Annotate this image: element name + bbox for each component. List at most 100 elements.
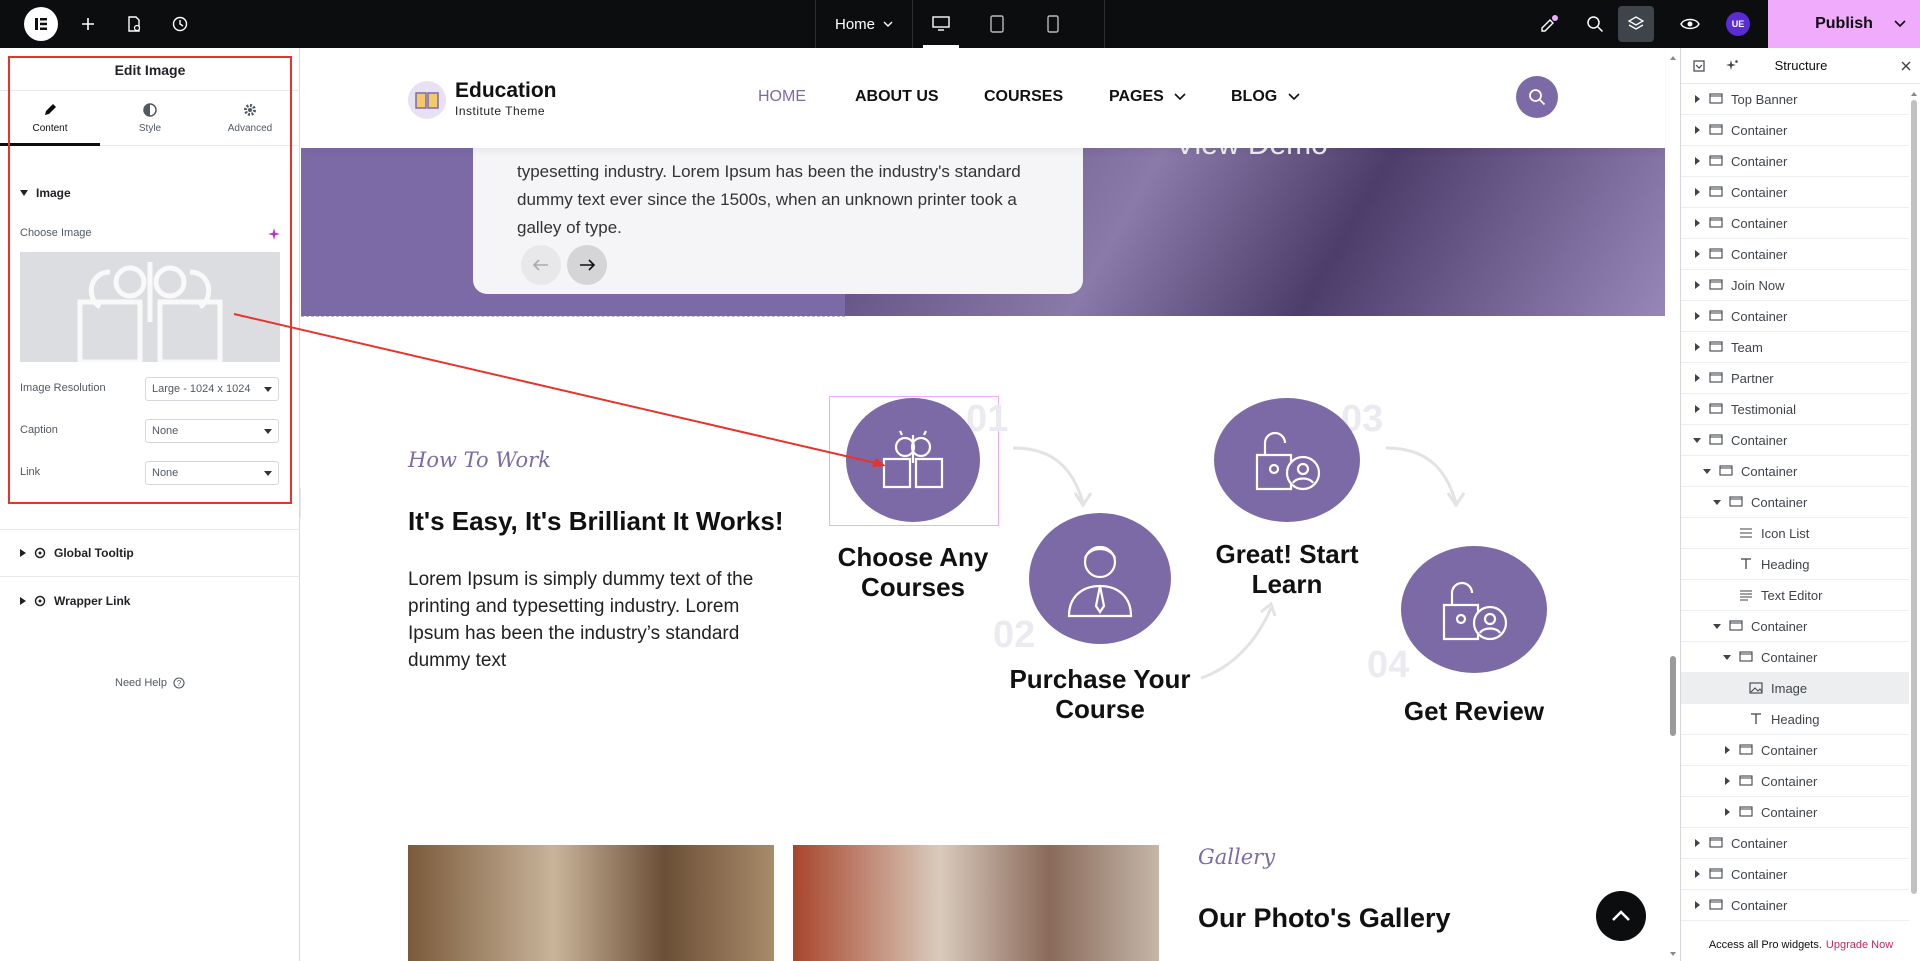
nav-about-us[interactable]: ABOUT US: [855, 88, 939, 106]
structure-item[interactable]: Container: [1681, 766, 1909, 797]
caret-right-icon[interactable]: [1693, 312, 1701, 320]
elementor-logo-icon[interactable]: [17, 0, 65, 48]
structure-item-label: Container: [1761, 773, 1818, 789]
structure-item[interactable]: Heading: [1681, 549, 1909, 580]
container-icon: [1709, 403, 1723, 414]
structure-item[interactable]: Container: [1681, 208, 1909, 239]
nav-courses[interactable]: COURSES: [984, 88, 1063, 106]
caret-right-icon[interactable]: [1693, 219, 1701, 227]
container-icon: [1709, 434, 1723, 445]
arrow-right-icon: [580, 259, 595, 271]
structure-item[interactable]: Top Banner: [1681, 84, 1909, 115]
structure-item[interactable]: Container: [1681, 890, 1909, 921]
structure-item[interactable]: Container: [1681, 425, 1909, 456]
caret-right-icon[interactable]: [1723, 808, 1731, 816]
caret-right-icon[interactable]: [1723, 777, 1731, 785]
scroll-to-top-button[interactable]: [1596, 891, 1646, 941]
structure-item[interactable]: Join Now: [1681, 270, 1909, 301]
gallery-library-image[interactable]: [408, 845, 774, 961]
caret-right-icon[interactable]: [1693, 281, 1701, 289]
publish-button[interactable]: Publish: [1768, 0, 1920, 48]
caret-right-icon[interactable]: [1693, 901, 1701, 909]
desktop-icon[interactable]: [913, 0, 969, 48]
caret-right-icon[interactable]: [1693, 343, 1701, 351]
nav-pages[interactable]: PAGES: [1109, 88, 1186, 106]
caret-right-icon[interactable]: [1693, 405, 1701, 413]
caret-right-icon[interactable]: [1693, 250, 1701, 258]
caret-right-icon[interactable]: [1693, 870, 1701, 878]
caret-right-icon[interactable]: [1693, 188, 1701, 196]
structure-item-label: Container: [1731, 184, 1788, 200]
structure-item[interactable]: Container: [1681, 239, 1909, 270]
chevron-down-icon: [1288, 93, 1300, 101]
structure-item[interactable]: Container: [1681, 456, 1909, 487]
nav-home[interactable]: HOME: [758, 88, 806, 106]
close-icon[interactable]: [1901, 61, 1911, 71]
caret-down-icon[interactable]: [1693, 436, 1701, 444]
structure-item[interactable]: Image: [1681, 673, 1909, 704]
container-icon: [1739, 651, 1753, 662]
structure-item[interactable]: Container: [1681, 177, 1909, 208]
caret-down-icon[interactable]: [1713, 498, 1721, 506]
container-icon: [1709, 279, 1723, 290]
upgrade-link[interactable]: Upgrade Now: [1826, 939, 1893, 951]
text-icon: [1740, 590, 1752, 601]
preview-icon[interactable]: [1666, 0, 1714, 48]
caret-right-icon[interactable]: [1693, 839, 1701, 847]
structure-icon[interactable]: [1618, 6, 1654, 42]
user-initials: UE: [1726, 12, 1750, 36]
need-help-link[interactable]: Need Help ?: [0, 677, 300, 689]
structure-item[interactable]: Icon List: [1681, 518, 1909, 549]
caret-right-icon[interactable]: [1723, 746, 1731, 754]
structure-item[interactable]: Container: [1681, 611, 1909, 642]
structure-item[interactable]: Container: [1681, 146, 1909, 177]
document-selector[interactable]: Home: [815, 0, 913, 48]
add-icon[interactable]: [64, 0, 112, 48]
caret-right-icon[interactable]: [1693, 95, 1701, 103]
structure-item[interactable]: Container: [1681, 797, 1909, 828]
caret-down-icon[interactable]: [1723, 653, 1731, 661]
section-wrapper-link-toggle[interactable]: Wrapper Link: [20, 594, 130, 608]
structure-item[interactable]: Team: [1681, 332, 1909, 363]
structure-item-label: Top Banner: [1731, 91, 1798, 107]
site-search-button[interactable]: [1516, 76, 1558, 118]
structure-item[interactable]: Container: [1681, 115, 1909, 146]
section-global-tooltip-toggle[interactable]: Global Tooltip: [20, 546, 134, 560]
structure-item[interactable]: Partner: [1681, 363, 1909, 394]
chevron-down-icon[interactable]: [1894, 20, 1906, 28]
structure-item[interactable]: Container: [1681, 828, 1909, 859]
caret-right-icon[interactable]: [1693, 157, 1701, 165]
nav-blog[interactable]: BLOG: [1231, 88, 1300, 106]
caret-right-icon[interactable]: [1693, 126, 1701, 134]
prev-slide-button[interactable]: [521, 245, 561, 285]
mobile-icon[interactable]: [1025, 0, 1081, 48]
search-icon[interactable]: [1571, 0, 1619, 48]
structure-item[interactable]: Text Editor: [1681, 580, 1909, 611]
structure-item[interactable]: Container: [1681, 735, 1909, 766]
user-avatar[interactable]: UE: [1714, 0, 1762, 48]
structure-item-label: Text Editor: [1761, 587, 1823, 603]
brand-logo-icon[interactable]: [408, 81, 446, 119]
tablet-icon[interactable]: [969, 0, 1025, 48]
structure-item[interactable]: Container: [1681, 642, 1909, 673]
structure-item[interactable]: Container: [1681, 487, 1909, 518]
structure-scrollbar[interactable]: [1909, 88, 1919, 948]
caret-right-icon: [20, 549, 26, 557]
structure-item[interactable]: Container: [1681, 301, 1909, 332]
caret-down-icon[interactable]: [1713, 622, 1721, 630]
next-slide-button[interactable]: [567, 245, 607, 285]
structure-item[interactable]: Heading: [1681, 704, 1909, 735]
structure-item[interactable]: Testimonial: [1681, 394, 1909, 425]
caret-down-icon[interactable]: [1703, 467, 1711, 475]
container-icon: [1709, 341, 1723, 352]
canvas-scrollbar[interactable]: [1669, 56, 1677, 956]
history-icon[interactable]: [156, 0, 204, 48]
gallery-students-image[interactable]: [793, 845, 1159, 961]
whats-new-icon[interactable]: [1525, 0, 1573, 48]
brand-title[interactable]: Education: [455, 79, 557, 103]
page-settings-icon[interactable]: [110, 0, 158, 48]
structure-item[interactable]: Container: [1681, 859, 1909, 890]
caret-right-icon[interactable]: [1693, 374, 1701, 382]
structure-item-label: Heading: [1771, 711, 1820, 727]
